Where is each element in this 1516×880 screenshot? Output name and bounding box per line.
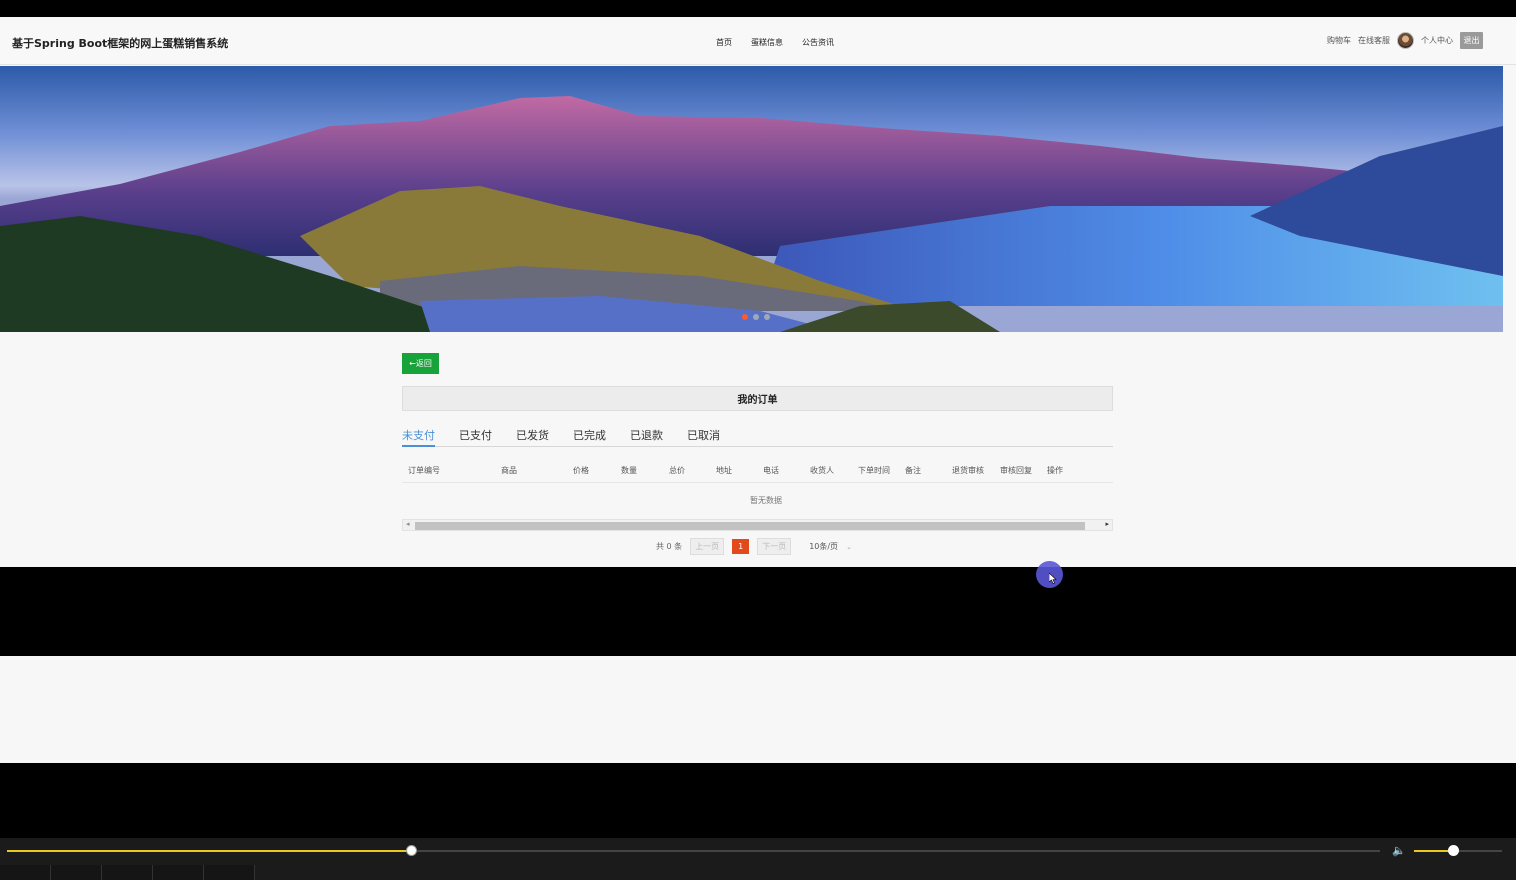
page-title: 我的订单 [402, 386, 1113, 411]
thumbnail[interactable] [153, 865, 204, 880]
col-receiver: 收货人 [810, 466, 834, 475]
next-page-button[interactable]: 下一页 [757, 538, 792, 555]
screen: 基于Spring Boot框架的网上蛋糕销售系统 首页 蛋糕信息 公告资讯 购物… [0, 0, 1516, 880]
thumbnail[interactable] [0, 865, 51, 880]
col-actions: 操作 [1047, 466, 1063, 475]
page-size-select[interactable]: 10条/页 [809, 541, 838, 552]
thumbnail[interactable] [102, 865, 153, 880]
site-brand[interactable]: 基于Spring Boot框架的网上蛋糕销售系统 [12, 35, 228, 51]
thumbnail[interactable] [204, 865, 255, 880]
order-status-tabs: 未支付 已支付 已发货 已完成 已退款 已取消 [402, 427, 1113, 447]
carousel-dots [742, 314, 770, 320]
top-navbar: 基于Spring Boot框架的网上蛋糕销售系统 首页 蛋糕信息 公告资讯 购物… [0, 17, 1516, 65]
scrollbar-thumb[interactable] [415, 522, 1085, 530]
tab-refunded[interactable]: 已退款 [630, 427, 663, 447]
seek-bar[interactable] [7, 845, 1380, 856]
nav-home[interactable]: 首页 [716, 37, 732, 48]
col-price: 价格 [573, 466, 589, 475]
tab-unpaid[interactable]: 未支付 [402, 427, 435, 447]
nav-announcements[interactable]: 公告资讯 [802, 37, 834, 48]
tab-cancelled[interactable]: 已取消 [687, 427, 720, 447]
table-header: 订单编号 商品 价格 数量 总价 地址 电话 收货人 下单时间 备注 退货审核 … [402, 461, 1113, 483]
table-scrollbar[interactable]: ◂ ▸ [402, 519, 1113, 531]
landscape-image [0, 96, 1503, 332]
current-page[interactable]: 1 [732, 539, 750, 554]
user-nav: 购物车 在线客服 个人中心 退出 [1327, 32, 1483, 49]
banner-carousel[interactable] [0, 66, 1503, 332]
website: 基于Spring Boot框架的网上蛋糕销售系统 首页 蛋糕信息 公告资讯 购物… [0, 17, 1516, 567]
empty-state: 暂无数据 [750, 496, 782, 505]
cart-link[interactable]: 购物车 [1327, 35, 1351, 46]
tab-completed[interactable]: 已完成 [573, 427, 606, 447]
mouse-cursor-icon [1049, 573, 1057, 584]
volume-slider[interactable] [1414, 845, 1502, 856]
col-remark: 备注 [905, 466, 921, 475]
thumbnail[interactable] [51, 865, 102, 880]
col-order-time: 下单时间 [858, 466, 890, 475]
volume-handle[interactable] [1448, 845, 1460, 856]
seek-progress [7, 850, 411, 852]
carousel-dot-1[interactable] [742, 314, 748, 320]
thumbnail-strip [0, 865, 1516, 880]
customer-service-link[interactable]: 在线客服 [1358, 35, 1390, 46]
tab-paid[interactable]: 已支付 [459, 427, 492, 447]
main-nav: 首页 蛋糕信息 公告资讯 [716, 37, 834, 48]
scroll-right-icon[interactable]: ▸ [1105, 520, 1109, 528]
nav-cake-info[interactable]: 蛋糕信息 [751, 37, 783, 48]
scroll-left-icon[interactable]: ◂ [406, 520, 410, 528]
col-total: 总价 [669, 466, 685, 475]
logout-button[interactable]: 退出 [1460, 32, 1483, 49]
seek-handle[interactable] [405, 845, 417, 856]
col-return-review: 退货审核 [952, 466, 984, 475]
video-player-controls: 🔈 [0, 838, 1516, 880]
volume-icon[interactable]: 🔈 [1392, 844, 1406, 857]
col-order-no: 订单编号 [408, 466, 440, 475]
tab-shipped[interactable]: 已发货 [516, 427, 549, 447]
page-area [0, 656, 1516, 763]
col-quantity: 数量 [621, 466, 637, 475]
carousel-dot-3[interactable] [764, 314, 770, 320]
back-button[interactable]: ←返回 [402, 353, 439, 374]
col-phone: 电话 [763, 466, 779, 475]
carousel-dot-2[interactable] [753, 314, 759, 320]
pagination: 共 0 条 上一页 1 下一页 10条/页 ⌄ [656, 538, 852, 555]
col-address: 地址 [716, 466, 732, 475]
col-product: 商品 [501, 466, 517, 475]
prev-page-button[interactable]: 上一页 [690, 538, 725, 555]
profile-link[interactable]: 个人中心 [1421, 35, 1453, 46]
total-count: 共 0 条 [656, 542, 683, 551]
avatar[interactable] [1397, 32, 1414, 49]
col-review-reply: 审核回复 [1000, 466, 1032, 475]
chevron-down-icon[interactable]: ⌄ [846, 543, 852, 551]
